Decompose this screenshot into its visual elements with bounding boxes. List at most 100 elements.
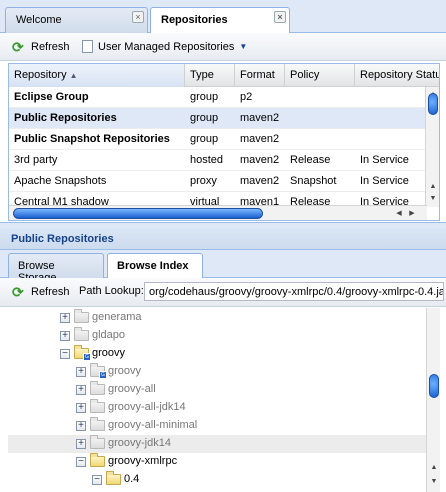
index-tree: + generama + gldapo − G groovy + G groov… <box>8 308 440 492</box>
cell-repository: 3rd party <box>14 154 58 166</box>
main-tab-bar: Welcome × Repositories × <box>0 0 446 34</box>
collapse-icon[interactable]: − <box>76 457 86 467</box>
cell-repository: Public Snapshot Repositories <box>14 133 170 145</box>
cell-policy <box>285 87 355 108</box>
refresh-icon: ⟳ <box>12 284 24 300</box>
scrollbar-thumb[interactable] <box>429 374 439 398</box>
collapse-icon[interactable]: − <box>92 475 102 485</box>
open-folder-icon <box>106 471 121 485</box>
user-managed-repositories-dropdown[interactable]: User Managed Repositories ▼ <box>79 38 248 53</box>
folder-icon <box>90 399 105 413</box>
table-row[interactable]: 3rd party hosted maven2 Release In Servi… <box>9 150 425 171</box>
cell-type: group <box>190 112 219 124</box>
tree-node-label: groovy-all-minimal <box>108 419 198 431</box>
cell-format: maven2 <box>240 154 280 166</box>
cell-status <box>355 87 425 108</box>
cell-policy <box>285 108 355 129</box>
scroll-left-icon[interactable]: ◀ <box>393 208 405 219</box>
tree-node[interactable]: + groovy-jdk14 <box>8 435 426 453</box>
scroll-right-icon[interactable]: ▶ <box>406 208 418 219</box>
grid-horizontal-scrollbar[interactable]: ◀ ▶ <box>9 205 427 220</box>
tree-node[interactable]: + G groovy <box>8 363 426 381</box>
tree-node-label: groovy <box>92 347 126 359</box>
tab-browse-storage[interactable]: Browse Storage <box>8 253 104 284</box>
tab-browse-index-label: Browse Index <box>117 260 189 272</box>
cell-policy: Release <box>290 154 331 166</box>
expand-icon[interactable]: + <box>76 385 86 395</box>
cell-format: p2 <box>240 91 253 103</box>
close-icon[interactable]: × <box>132 11 144 23</box>
column-header-format[interactable]: Format <box>235 64 285 87</box>
expand-icon[interactable]: + <box>76 421 86 431</box>
sort-ascending-icon: ▲ <box>69 71 78 80</box>
tab-browse-index[interactable]: Browse Index <box>107 253 203 279</box>
tab-repositories-label: Repositories <box>161 14 228 26</box>
cell-format: maven2 <box>240 175 280 187</box>
expand-icon[interactable]: + <box>60 331 70 341</box>
column-header-label: Format <box>240 69 275 81</box>
expand-icon[interactable]: + <box>76 367 86 377</box>
cell-repository: Apache Snapshots <box>14 175 107 187</box>
grid-vertical-scrollbar[interactable]: ▲ ▲ ▼ <box>425 87 439 207</box>
tree-vertical-scrollbar[interactable]: ▲ ▼ <box>426 308 440 492</box>
tree-node[interactable]: + gldapo <box>8 327 426 345</box>
tree-node[interactable]: − groovy-xmlrpc <box>8 453 426 471</box>
groovy-folder-icon: G <box>90 363 107 379</box>
tree-node-label: groovy-jdk14 <box>108 437 171 449</box>
refresh-label: Refresh <box>31 286 70 298</box>
tree-node[interactable]: + groovy-all-minimal <box>8 417 426 435</box>
column-header-repository[interactable]: Repository ▲ <box>9 64 185 87</box>
cell-type: proxy <box>190 175 217 187</box>
detail-tab-bar: Browse Storage Browse Index <box>0 250 446 284</box>
close-icon[interactable]: × <box>274 11 286 23</box>
scrollbar-thumb[interactable] <box>428 93 438 115</box>
cell-status <box>355 129 425 150</box>
detail-toolbar: ⟳ Refresh Path Lookup: org/codehaus/groo… <box>0 278 446 307</box>
groovy-folder-icon: G <box>74 345 91 361</box>
chevron-down-icon: ▼ <box>239 42 248 51</box>
tab-repositories[interactable]: Repositories × <box>150 7 290 34</box>
folder-icon <box>90 417 105 431</box>
table-row[interactable]: Eclipse Group group p2 <box>9 87 425 108</box>
scroll-up-icon[interactable]: ▲ <box>428 462 440 473</box>
tree-node[interactable]: − 0.4 <box>8 471 426 489</box>
tree-node[interactable]: + generama <box>8 309 426 327</box>
path-lookup-input[interactable]: org/codehaus/groovy/groovy-xmlrpc/0.4/gr… <box>144 282 444 301</box>
pages-icon <box>79 38 93 53</box>
expand-icon[interactable]: + <box>60 313 70 323</box>
tree-node[interactable]: + groovy-all <box>8 381 426 399</box>
table-row[interactable]: Public Snapshot Repositories group maven… <box>9 129 425 150</box>
cell-repository: Public Repositories <box>14 112 117 124</box>
column-header-status[interactable]: Repository Status <box>355 64 439 87</box>
collapse-icon[interactable]: − <box>60 349 70 359</box>
folder-icon <box>74 327 89 341</box>
refresh-button[interactable]: ⟳ Refresh <box>12 40 70 54</box>
tree-node[interactable]: + groovy-all-jdk14 <box>8 399 426 417</box>
scroll-down-icon[interactable]: ▼ <box>427 193 439 204</box>
scroll-up-icon[interactable]: ▲ <box>427 181 439 192</box>
expand-icon[interactable]: + <box>76 403 86 413</box>
tab-welcome[interactable]: Welcome × <box>5 7 148 33</box>
repositories-grid: Repository ▲ Type Format Policy Repositor… <box>8 63 440 221</box>
column-header-type[interactable]: Type <box>185 64 235 87</box>
cell-status: In Service <box>360 154 409 166</box>
tree-node-label: generama <box>92 311 142 323</box>
refresh-label: Refresh <box>31 41 70 53</box>
cell-type: group <box>190 133 219 145</box>
cell-policy <box>285 129 355 150</box>
column-header-label: Repository <box>14 69 67 81</box>
expand-icon[interactable]: + <box>76 439 86 449</box>
tree-node[interactable]: − G groovy <box>8 345 426 363</box>
folder-icon <box>74 309 89 323</box>
scrollbar-thumb[interactable] <box>13 208 263 219</box>
groovy-badge-icon: G <box>83 353 91 361</box>
scroll-down-icon[interactable]: ▼ <box>428 476 440 487</box>
detail-panel-title: Public Repositories <box>0 228 446 250</box>
detail-refresh-button[interactable]: ⟳ Refresh <box>12 285 70 299</box>
column-header-policy[interactable]: Policy <box>285 64 355 87</box>
table-row[interactable]: Public Repositories group maven2 <box>9 108 425 129</box>
tree-node-label: groovy-xmlrpc <box>108 455 178 467</box>
grid-header: Repository ▲ Type Format Policy Repositor… <box>9 64 439 87</box>
tree-node-label: groovy-all <box>108 383 156 395</box>
table-row[interactable]: Apache Snapshots proxy maven2 Snapshot I… <box>9 171 425 192</box>
